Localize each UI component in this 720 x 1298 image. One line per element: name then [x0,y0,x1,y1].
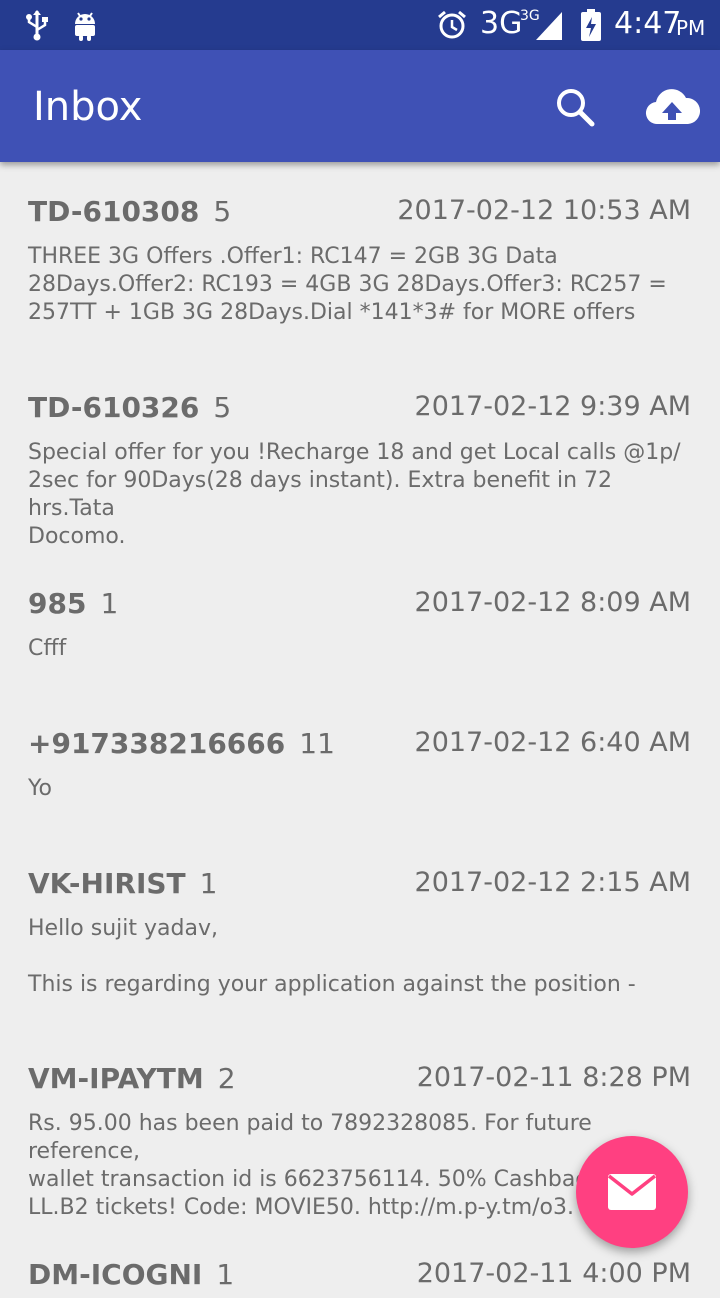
signal-icon [536,12,562,40]
compose-button[interactable] [576,1136,688,1248]
clock-ampm: PM [676,16,706,40]
usb-icon [26,10,48,41]
message-count: 1 [199,867,218,900]
message-date: 2017-02-12 8:09 AM [414,587,691,618]
message-item[interactable]: TD-610308 5 2017-02-12 10:53 AM THREE 3G … [0,195,720,355]
clock: 4:47 [614,6,682,41]
message-date: 2017-02-12 2:15 AM [414,867,691,898]
message-body: Cfff [28,636,67,661]
message-item[interactable]: +917338216666 11 2017-02-12 6:40 AM Yo [0,727,720,837]
message-count: 2 [217,1062,236,1095]
message-sender: TD-610326 5 [28,391,232,424]
upload-button[interactable] [644,82,701,134]
message-date: 2017-02-11 8:28 PM [416,1062,691,1093]
message-body: Special offer for you !Recharge 18 and g… [28,440,681,549]
android-icon [75,12,95,41]
message-date: 2017-02-12 10:53 AM [397,195,691,226]
message-sender: +917338216666 11 [28,727,335,760]
message-sender: DM-ICOGNI 1 [28,1258,235,1291]
message-item[interactable]: TD-610326 5 2017-02-12 9:39 AM Special of… [0,391,720,551]
network-type: 3G [480,6,523,41]
page-title: Inbox [33,84,143,130]
message-date: 2017-02-12 9:39 AM [414,391,691,422]
cloud-upload-icon [645,89,701,125]
app-bar: Inbox [0,50,720,162]
search-button[interactable] [552,84,600,132]
message-count: 11 [299,727,335,760]
alarm-icon [438,10,466,39]
message-count: 5 [213,391,232,424]
message-item[interactable]: VK-HIRIST 1 2017-02-12 2:15 AM Hello suji… [0,867,720,1027]
message-item[interactable]: 985 1 2017-02-12 8:09 AM Cfff [0,587,720,697]
message-sender: TD-610308 5 [28,195,232,228]
search-icon [557,89,595,127]
mail-icon [607,1174,657,1210]
message-body: THREE 3G Offers .Offer1: RC147 = 2GB 3G … [28,244,667,325]
message-date: 2017-02-11 4:00 PM [416,1258,691,1289]
message-count: 1 [100,587,119,620]
status-bar: 3G 3G 4:47 PM [0,0,720,50]
message-item[interactable]: DM-ICOGNI 1 2017-02-11 4:00 PM [0,1258,720,1298]
message-count: 5 [213,195,232,228]
message-count: 1 [216,1258,235,1291]
message-sender: VM-IPAYTM 2 [28,1062,236,1095]
message-body: Yo [28,776,52,801]
message-body: Hello sujit yadav, This is regarding you… [28,916,636,997]
message-sender: VK-HIRIST 1 [28,867,218,900]
message-sender: 985 1 [28,587,119,620]
battery-charging-icon [581,9,601,41]
message-date: 2017-02-12 6:40 AM [414,727,691,758]
